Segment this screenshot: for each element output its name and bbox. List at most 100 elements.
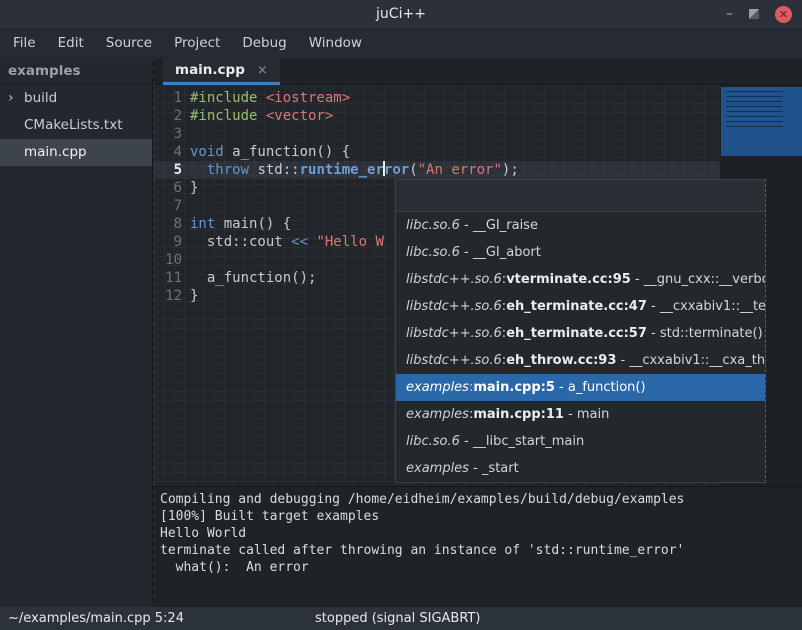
sidebar-item-label: main.cpp	[24, 144, 87, 160]
line-number: 1	[154, 89, 182, 107]
line-number: 5	[154, 161, 182, 179]
status-debug-state: stopped (signal SIGABRT)	[315, 607, 480, 630]
frame-function: - main	[564, 407, 609, 422]
status-file-location: ~/examples/main.cpp 5:24	[8, 607, 184, 630]
code-token	[190, 162, 207, 178]
maximize-icon[interactable]	[749, 9, 759, 19]
line-number: 2	[154, 107, 182, 125]
backtrace-frame-5[interactable]: libstdc++.so.6:eh_throw.cc:93 - __cxxabi…	[396, 347, 765, 374]
code-token: std::	[249, 162, 300, 178]
code-text: }	[190, 287, 198, 305]
code-line-5: 5 throw std::runtime_error("An error");	[154, 161, 720, 179]
backtrace-frame-3[interactable]: libstdc++.so.6:eh_terminate.cc:47 - __cx…	[396, 293, 765, 320]
code-text: std::cout << "Hello W	[190, 233, 384, 251]
sidebar-item-build[interactable]: › build	[0, 85, 152, 112]
line-number: 11	[154, 269, 182, 287]
frame-file-line: vterminate.cc:95	[506, 272, 631, 287]
code-token: "An error"	[418, 162, 502, 178]
line-number: 9	[154, 233, 182, 251]
tab-label: main.cpp	[175, 62, 245, 78]
menu-item-source[interactable]: Source	[95, 29, 163, 57]
backtrace-frame-1[interactable]: libc.so.6 - __GI_abort	[396, 239, 765, 266]
frame-module: examples	[406, 461, 469, 476]
statusbar: ~/examples/main.cpp 5:24 stopped (signal…	[0, 607, 802, 630]
menu-item-debug[interactable]: Debug	[231, 29, 297, 57]
code-token: }	[190, 180, 198, 196]
titlebar[interactable]: juCi++ – ✕	[0, 0, 802, 28]
frame-function: - __GI_raise	[460, 218, 538, 233]
frame-module: libc.so.6	[406, 218, 460, 233]
frame-file-line: eh_terminate.cc:57	[506, 326, 647, 341]
backtrace-frame-0[interactable]: libc.so.6 - __GI_raise	[396, 212, 765, 239]
code-token: throw	[207, 162, 249, 178]
frame-module: examples	[406, 407, 469, 422]
code-token: main() {	[215, 216, 291, 232]
chevron-right-icon[interactable]: ›	[8, 85, 14, 112]
backtrace-frame-8[interactable]: libc.so.6 - __libc_start_main	[396, 428, 765, 455]
frame-module: libc.so.6	[406, 434, 460, 449]
line-number: 3	[154, 125, 182, 143]
code-line-4: 4 void a_function() {	[154, 143, 720, 161]
frame-function: - std::terminate()	[647, 326, 763, 341]
line-number: 8	[154, 215, 182, 233]
line-number: 4	[154, 143, 182, 161]
frame-function: - __gnu_cxx::__verbos	[631, 272, 765, 287]
window-buttons: – ✕	[726, 0, 792, 28]
line-number: 6	[154, 179, 182, 197]
code-token: a_function();	[190, 270, 316, 286]
code-text: a_function();	[190, 269, 316, 287]
code-token: ror	[384, 162, 409, 178]
menu-item-file[interactable]: File	[2, 29, 47, 57]
terminal-line: Hello World	[160, 525, 796, 542]
sidebar-item-label: CMakeLists.txt	[24, 117, 123, 133]
code-line-1: 1#include <iostream>	[154, 89, 720, 107]
frame-function: - __cxxabiv1::__cxa_thro	[616, 353, 765, 368]
frame-function: - _start	[469, 461, 519, 476]
code-token: }	[190, 288, 198, 304]
minimize-icon[interactable]: –	[726, 9, 733, 19]
minimap-viewport[interactable]	[721, 87, 802, 156]
frame-file-line: main.cpp:11	[473, 407, 564, 422]
window-title: juCi++	[376, 6, 426, 22]
line-number: 12	[154, 287, 182, 305]
backtrace-filter-input[interactable]	[396, 180, 765, 212]
code-text: void a_function() {	[190, 143, 350, 161]
terminal-line: [100%] Built target examples	[160, 508, 796, 525]
frame-module: examples	[406, 380, 469, 395]
frame-module: libstdc++.so.6	[406, 326, 502, 341]
frame-function: - __libc_start_main	[460, 434, 584, 449]
terminal-output[interactable]: Compiling and debugging /home/eidheim/ex…	[154, 486, 802, 607]
menu-item-project[interactable]: Project	[163, 29, 231, 57]
tab-close-icon[interactable]: ×	[257, 63, 268, 78]
sidebar-item-main-cpp[interactable]: main.cpp	[0, 139, 152, 166]
code-text: throw std::runtime_error("An error");	[190, 161, 519, 179]
terminal-line: what(): An error	[160, 559, 796, 576]
sidebar-file-tree: examples ›buildCMakeLists.txtmain.cpp	[0, 58, 153, 607]
menu-item-edit[interactable]: Edit	[47, 29, 95, 57]
tab-main-cpp[interactable]: main.cpp ×	[163, 58, 280, 85]
close-icon[interactable]: ✕	[775, 6, 792, 23]
code-token: void	[190, 144, 224, 160]
frame-function: - __cxxabiv1::__tern	[647, 299, 765, 314]
code-token: "Hello W	[316, 234, 383, 250]
code-token: a_function() {	[224, 144, 350, 160]
line-number: 7	[154, 197, 182, 215]
terminal-line: terminate called after throwing an insta…	[160, 542, 796, 559]
backtrace-frame-9[interactable]: examples - _start	[396, 455, 765, 482]
code-line-2: 2#include <vector>	[154, 107, 720, 125]
terminal-line: Compiling and debugging /home/eidheim/ex…	[160, 491, 796, 508]
code-token: );	[502, 162, 519, 178]
sidebar-item-label: build	[24, 90, 57, 106]
line-number: 10	[154, 251, 182, 269]
code-token: <iostream>	[266, 90, 350, 106]
code-token: #include	[190, 108, 266, 124]
frame-function: - __GI_abort	[460, 245, 541, 260]
backtrace-frame-6[interactable]: examples:main.cpp:5 - a_function()	[396, 374, 765, 401]
menu-item-window[interactable]: Window	[298, 29, 373, 57]
backtrace-frame-2[interactable]: libstdc++.so.6:vterminate.cc:95 - __gnu_…	[396, 266, 765, 293]
code-token: runtime_er	[300, 162, 384, 178]
frame-module: libc.so.6	[406, 245, 460, 260]
sidebar-item-cmakelists-txt[interactable]: CMakeLists.txt	[0, 112, 152, 139]
backtrace-frame-4[interactable]: libstdc++.so.6:eh_terminate.cc:57 - std:…	[396, 320, 765, 347]
backtrace-frame-7[interactable]: examples:main.cpp:11 - main	[396, 401, 765, 428]
